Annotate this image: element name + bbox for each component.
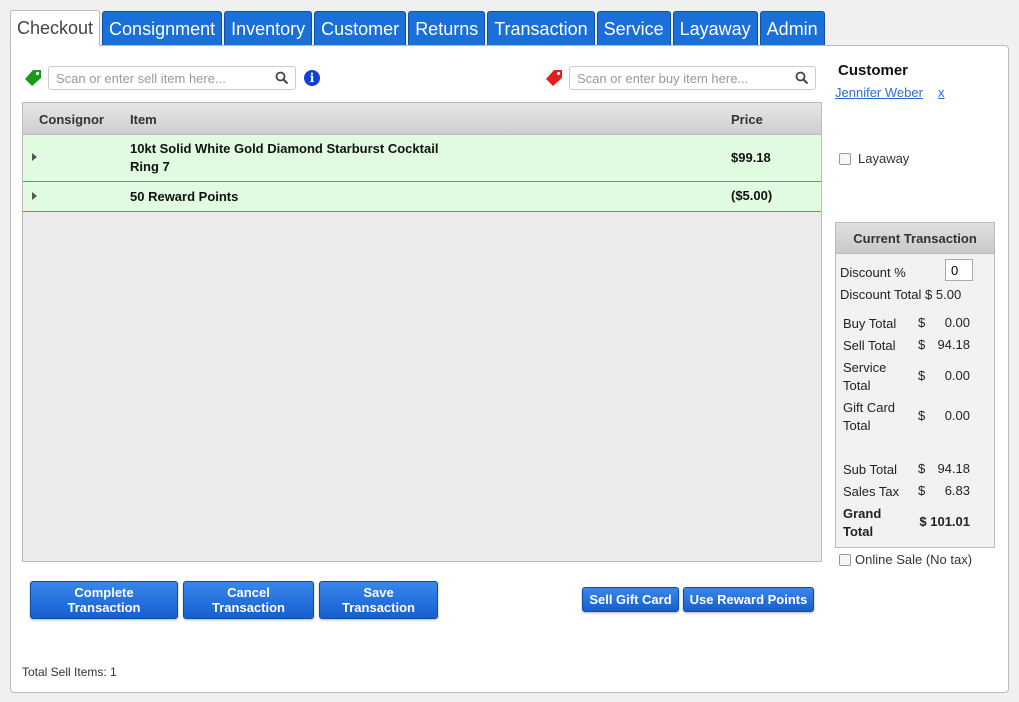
search-icon[interactable]	[275, 71, 289, 85]
use-reward-points-button[interactable]: Use Reward Points	[683, 587, 814, 612]
buy-total-amount: 0.00	[944, 315, 970, 330]
sell-search-box	[48, 66, 296, 90]
online-sale-label: Online Sale (No tax)	[855, 552, 973, 567]
tab-layaway[interactable]: Layaway	[672, 11, 758, 46]
header-consignor[interactable]: Consignor	[39, 112, 104, 127]
online-sale-checkbox[interactable]	[839, 553, 851, 566]
save-transaction-label: Save Transaction	[342, 585, 415, 615]
tab-checkout[interactable]: Checkout	[10, 10, 101, 46]
sales-tax-label: Sales Tax	[843, 484, 900, 499]
items-table: Consignor Item Price 10kt Solid White Go…	[22, 102, 822, 562]
search-icon[interactable]	[795, 71, 809, 85]
main-tabs: Checkout Consignment Inventory Customer …	[10, 10, 825, 46]
complete-transaction-label: Complete Transaction	[67, 585, 141, 615]
sub-total-label: Sub Total	[843, 462, 897, 477]
total-sell-items: Total Sell Items: 1	[22, 665, 117, 679]
header-price[interactable]: Price	[731, 112, 763, 127]
customer-title: Customer	[838, 62, 909, 79]
tab-returns[interactable]: Returns	[408, 11, 486, 46]
sales-tax-currency: $	[918, 483, 926, 498]
row-item: 10kt Solid White Gold Diamond Starburst …	[130, 141, 439, 174]
tab-customer[interactable]: Customer	[314, 11, 407, 46]
customer-name-link[interactable]: Jennifer Weber	[835, 85, 923, 100]
table-row[interactable]: 10kt Solid White Gold Diamond Starburst …	[23, 135, 821, 182]
buy-search-box	[569, 66, 816, 90]
sell-search-row: i	[24, 66, 320, 90]
discount-percent-input[interactable]	[945, 259, 973, 281]
service-total-amount: 0.00	[944, 368, 970, 383]
buy-total-currency: $	[918, 315, 926, 330]
discount-label: Discount %	[840, 265, 906, 280]
buy-search-row	[545, 66, 816, 90]
tab-consignment[interactable]: Consignment	[102, 11, 223, 46]
remove-customer-link[interactable]: x	[938, 85, 945, 100]
row-price: $99.18	[731, 150, 771, 165]
header-item[interactable]: Item	[130, 112, 157, 127]
sub-total-amount: 94.18	[937, 461, 970, 476]
service-total-label: Service Total	[843, 360, 887, 393]
tab-service[interactable]: Service	[596, 11, 671, 46]
service-total-currency: $	[918, 368, 926, 383]
grand-total-amount: $ 101.01	[919, 514, 970, 529]
tab-transaction[interactable]: Transaction	[487, 11, 595, 46]
online-sale-option[interactable]: Online Sale (No tax)	[839, 552, 972, 567]
sell-gift-card-button[interactable]: Sell Gift Card	[582, 587, 679, 612]
buy-search-input[interactable]	[570, 67, 815, 89]
tab-admin[interactable]: Admin	[759, 11, 825, 46]
green-tag-icon	[25, 70, 41, 86]
sell-search-input[interactable]	[49, 67, 295, 89]
gift-card-total-amount: 0.00	[944, 408, 970, 423]
sales-tax-amount: 6.83	[944, 483, 970, 498]
row-item: 50 Reward Points	[130, 189, 239, 204]
red-tag-icon	[546, 70, 562, 86]
expand-arrow-icon[interactable]	[32, 153, 37, 161]
table-row[interactable]: 50 Reward Points ($5.00)	[23, 182, 821, 212]
gift-card-total-label: Gift Card Total	[843, 400, 896, 433]
sell-total-amount: 94.18	[937, 337, 970, 352]
discount-total: Discount Total $ 5.00	[840, 287, 962, 302]
sell-total-currency: $	[918, 337, 926, 352]
info-icon[interactable]: i	[304, 70, 320, 86]
gift-card-total-currency: $	[918, 408, 926, 423]
layaway-option[interactable]: Layaway	[839, 151, 909, 166]
current-transaction-title: Current Transaction	[836, 223, 994, 254]
layaway-checkbox[interactable]	[839, 152, 851, 165]
layaway-label: Layaway	[858, 151, 910, 166]
tab-inventory[interactable]: Inventory	[224, 11, 313, 46]
sub-total-currency: $	[918, 461, 926, 476]
complete-transaction-button[interactable]: Complete Transaction	[30, 581, 178, 619]
save-transaction-button[interactable]: Save Transaction	[319, 581, 438, 619]
sell-total-label: Sell Total	[843, 338, 896, 353]
buy-total-label: Buy Total	[843, 316, 897, 331]
grand-total-label: Grand Total	[843, 506, 882, 539]
table-header: Consignor Item Price	[23, 103, 821, 135]
cancel-transaction-button[interactable]: Cancel Transaction	[183, 581, 314, 619]
current-transaction-panel: Current Transaction Discount % Discount …	[835, 222, 995, 548]
cancel-transaction-label: Cancel Transaction	[212, 585, 285, 615]
row-price: ($5.00)	[731, 188, 773, 203]
expand-arrow-icon[interactable]	[32, 192, 37, 200]
